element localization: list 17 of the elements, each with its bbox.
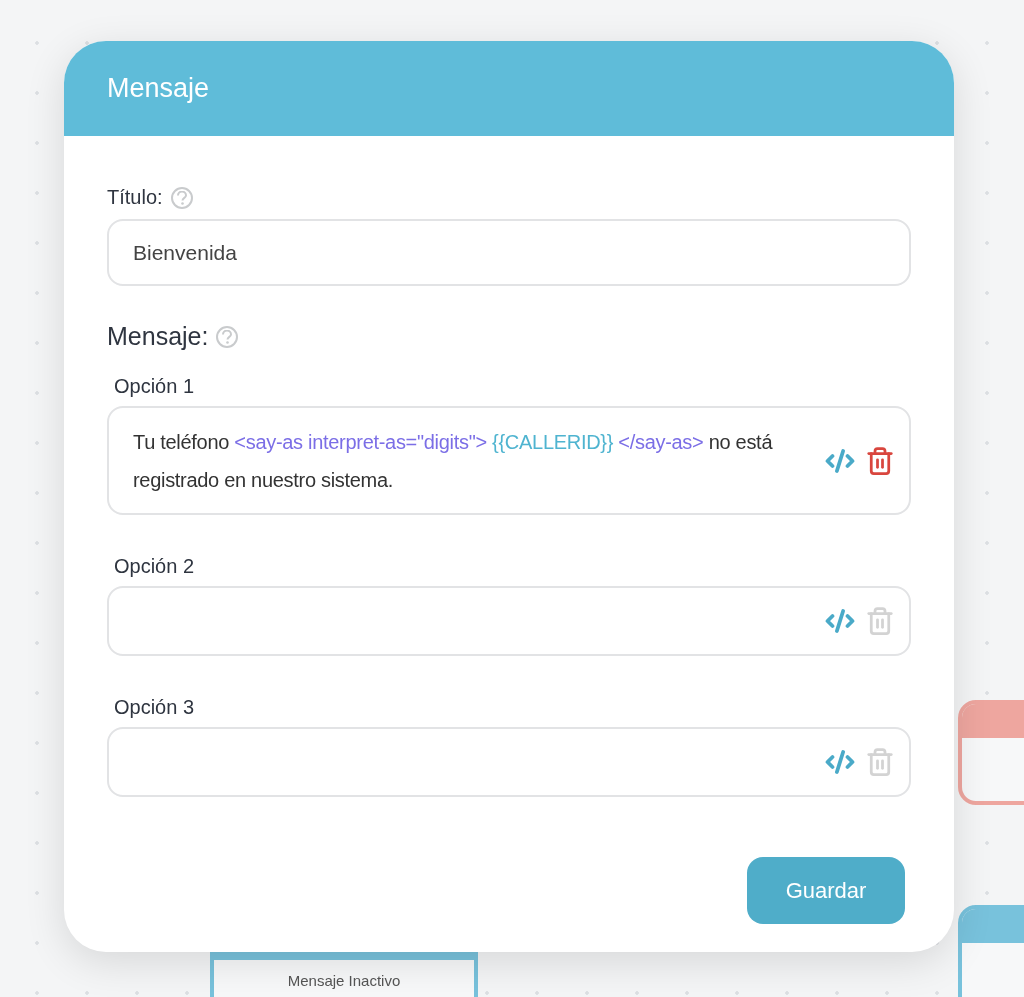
field-label: Título:: [107, 186, 163, 209]
option-label: Opción 2: [114, 555, 196, 578]
message-input[interactable]: Tu teléfono <say-as interpret-as="digits"> {{CALLERID}} </say-as> no está registrado en nuestro sistema.: [107, 406, 911, 515]
dialog-title: Mensaje: [107, 73, 210, 104]
trash-icon[interactable]: [865, 445, 895, 476]
code-icon[interactable]: [825, 606, 855, 636]
option-label: Opción 1: [114, 375, 196, 398]
code-icon[interactable]: [825, 747, 855, 777]
option-label: Opción 3: [114, 696, 196, 719]
section-label: Mensaje:: [107, 322, 209, 351]
help-icon[interactable]: [170, 186, 193, 209]
node-label: Mensaje Inactivo: [286, 972, 402, 989]
message-input[interactable]: [107, 586, 911, 656]
help-icon[interactable]: [216, 325, 239, 348]
message-text: Tu teléfono <say-as interpret-as="digits"> {{CALLERID}} </say-as> no está registrado en nuestro sistema.: [133, 429, 774, 493]
message-input[interactable]: [107, 727, 911, 797]
title-input[interactable]: Bienvenida: [107, 219, 911, 286]
